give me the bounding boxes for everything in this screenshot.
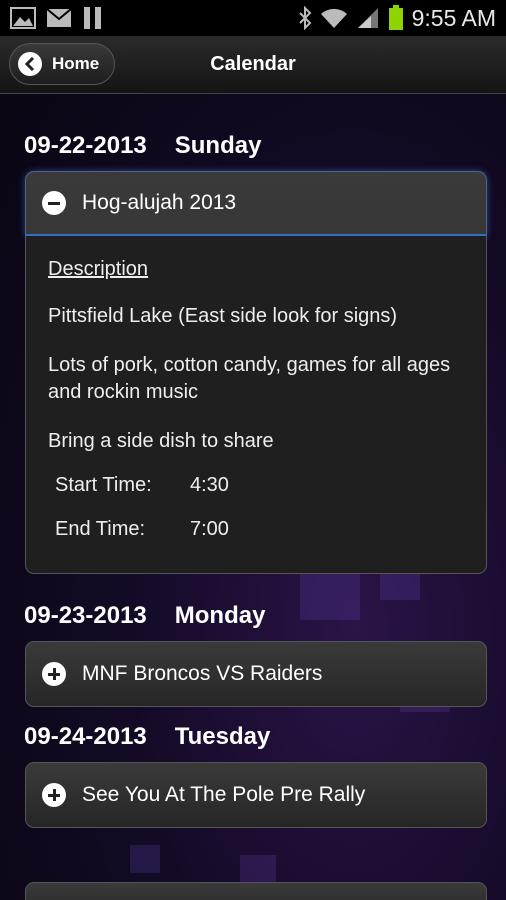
day-header: 09-22-2013 Sunday xyxy=(24,132,261,160)
day-date: 09-24-2013 xyxy=(24,723,147,750)
event-header[interactable]: MNF Broncos VS Raiders xyxy=(26,642,486,706)
app-header: Home Calendar xyxy=(0,36,506,94)
event-title: See You At The Pole Pre Rally xyxy=(82,783,366,806)
event-details: Description Pittsfield Lake (East side l… xyxy=(26,236,486,573)
status-time: 9:55 AM xyxy=(411,4,496,31)
calendar-screen: 9:55 AM Home Calendar 09-22-2013 Sunday … xyxy=(0,0,506,900)
day-date: 09-22-2013 xyxy=(24,132,147,159)
day-weekday: Monday xyxy=(174,602,266,629)
start-time-label: Start Time: xyxy=(55,474,152,496)
event-location: Pittsfield Lake (East side look for sign… xyxy=(48,305,398,327)
event-card: Hog-alujah 2013 Description Pittsfield L… xyxy=(25,171,487,574)
event-card-partial[interactable] xyxy=(25,882,487,900)
bluetooth-icon xyxy=(298,6,312,30)
image-icon xyxy=(10,7,36,29)
home-button[interactable]: Home xyxy=(9,43,115,85)
email-icon xyxy=(46,8,72,27)
event-title: Hog-alujah 2013 xyxy=(82,191,237,214)
event-header[interactable]: See You At The Pole Pre Rally xyxy=(26,763,486,827)
signal-icon xyxy=(357,8,378,28)
page-title: Calendar xyxy=(210,53,296,75)
event-title: MNF Broncos VS Raiders xyxy=(82,662,323,685)
expand-icon xyxy=(42,662,66,686)
expand-icon xyxy=(42,783,66,807)
pause-icon xyxy=(84,7,101,29)
event-card[interactable]: MNF Broncos VS Raiders xyxy=(25,641,487,707)
status-bar: 9:55 AM xyxy=(0,0,506,36)
start-time-row: Start Time: 4:30 xyxy=(48,463,464,507)
day-header: 09-24-2013 Tuesday xyxy=(24,723,270,751)
event-header[interactable]: Hog-alujah 2013 xyxy=(26,172,486,236)
day-header: 09-23-2013 Monday xyxy=(24,602,265,630)
event-note: Bring a side dish to share xyxy=(48,430,274,452)
back-arrow-icon xyxy=(18,52,42,76)
wifi-icon xyxy=(320,8,347,28)
event-description: Lots of pork, cotton candy, games for al… xyxy=(48,354,451,403)
end-time-value: 7:00 xyxy=(190,518,229,540)
event-card[interactable]: See You At The Pole Pre Rally xyxy=(25,762,487,828)
start-time-value: 4:30 xyxy=(190,474,229,496)
home-button-label: Home xyxy=(52,54,100,73)
day-weekday: Tuesday xyxy=(174,723,271,750)
end-time-label: End Time: xyxy=(55,518,146,540)
day-date: 09-23-2013 xyxy=(24,602,147,629)
calendar-list[interactable]: 09-22-2013 Sunday Hog-alujah 2013 Descri… xyxy=(0,94,506,900)
day-weekday: Sunday xyxy=(174,132,262,159)
battery-icon xyxy=(388,5,403,30)
description-heading: Description xyxy=(48,258,149,280)
collapse-icon xyxy=(42,191,66,215)
end-time-row: End Time: 7:00 xyxy=(48,507,464,551)
